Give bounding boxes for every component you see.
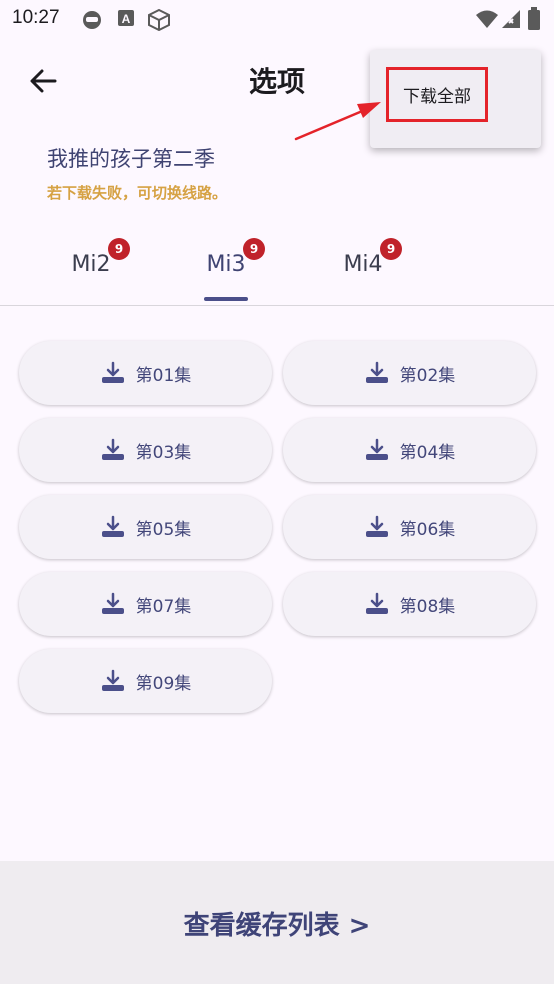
status-time: 10:27	[12, 7, 60, 28]
download-icon	[101, 361, 124, 383]
episode-label: 第03集	[135, 442, 192, 463]
tab-label: Mi4	[343, 252, 383, 277]
episode-button-08[interactable]: 第08集	[283, 572, 536, 636]
svg-text:A: A	[122, 12, 131, 26]
download-icon	[101, 669, 124, 691]
download-icon	[101, 515, 124, 537]
game-controller-icon	[83, 11, 101, 29]
overflow-menu: 下载全部	[370, 50, 541, 148]
tab-label: Mi2	[71, 252, 111, 277]
tab-mi4[interactable]: Mi4 9	[318, 238, 408, 277]
status-bar: 10:27 A	[0, 0, 554, 38]
episode-label: 第02集	[399, 365, 456, 386]
episode-button-05[interactable]: 第05集	[19, 495, 272, 559]
download-icon	[101, 592, 124, 614]
anime-title: 我推的孩子第二季	[47, 147, 215, 171]
line-tabs: Mi2 9 Mi3 9 Mi4 9	[0, 232, 554, 306]
episode-button-03[interactable]: 第03集	[19, 418, 272, 482]
divider	[0, 305, 554, 306]
episode-label: 第09集	[135, 673, 192, 694]
tab-mi3[interactable]: Mi3 9	[181, 238, 271, 277]
episode-button-04[interactable]: 第04集	[283, 418, 536, 482]
episode-label: 第08集	[399, 596, 456, 617]
battery-icon	[528, 7, 540, 30]
download-icon	[365, 515, 388, 537]
episode-button-09[interactable]: 第09集	[19, 649, 272, 713]
download-icon	[365, 361, 388, 383]
episode-button-06[interactable]: 第06集	[283, 495, 536, 559]
bottom-bar: 查看缓存列表 >	[0, 861, 554, 984]
tab-badge: 9	[380, 238, 402, 260]
tab-badge: 9	[108, 238, 130, 260]
tab-mi2[interactable]: Mi2 9	[46, 238, 136, 277]
download-icon	[101, 438, 124, 460]
episode-label: 第07集	[135, 596, 192, 617]
episode-button-07[interactable]: 第07集	[19, 572, 272, 636]
episode-button-01[interactable]: 第01集	[19, 341, 272, 405]
episode-label: 第05集	[135, 519, 192, 540]
download-icon	[365, 438, 388, 460]
tab-label: Mi3	[206, 252, 246, 277]
episode-label: 第06集	[399, 519, 456, 540]
download-all-menu-item[interactable]: 下载全部	[386, 67, 488, 122]
view-cache-list-button[interactable]: 查看缓存列表 >	[0, 905, 554, 942]
episode-label: 第04集	[399, 442, 456, 463]
tab-badge: 9	[243, 238, 265, 260]
download-hint: 若下载失败，可切换线路。	[47, 184, 228, 202]
episode-button-02[interactable]: 第02集	[283, 341, 536, 405]
a-box-icon: A	[118, 10, 134, 26]
wifi-icon	[476, 10, 498, 28]
cube-icon	[148, 9, 170, 31]
episode-label: 第01集	[135, 365, 192, 386]
signal-icon	[502, 10, 520, 28]
download-icon	[365, 592, 388, 614]
tab-indicator	[204, 297, 248, 301]
